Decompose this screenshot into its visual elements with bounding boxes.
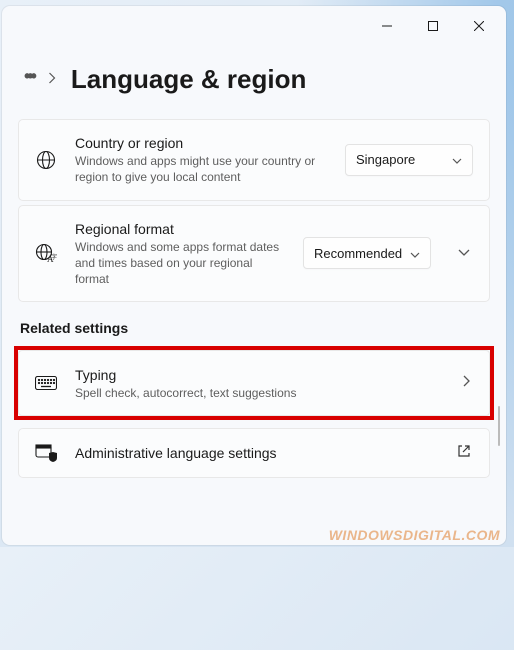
- close-button[interactable]: [456, 6, 502, 46]
- titlebar: [2, 6, 506, 46]
- regional-value: Recommended: [314, 246, 402, 261]
- country-desc: Windows and apps might use your country …: [75, 153, 327, 185]
- related-settings-heading: Related settings: [20, 320, 490, 336]
- country-title: Country or region: [75, 134, 327, 152]
- typing-title: Typing: [75, 366, 445, 384]
- typing-desc: Spell check, autocorrect, text suggestio…: [75, 385, 445, 401]
- globe-language-icon: A 字: [35, 243, 57, 263]
- regional-desc: Windows and some apps format dates and t…: [75, 239, 285, 288]
- admin-shield-icon: [35, 443, 57, 463]
- watermark: WINDOWSDIGITAL.COM: [329, 527, 500, 543]
- minimize-button[interactable]: [364, 6, 410, 46]
- highlight-box: Typing Spell check, autocorrect, text su…: [14, 346, 494, 420]
- chevron-down-icon: [410, 246, 420, 261]
- scrollbar[interactable]: [498, 406, 500, 446]
- country-region-row: Country or region Windows and apps might…: [18, 119, 490, 201]
- svg-text:字: 字: [51, 253, 57, 261]
- page-title: Language & region: [71, 64, 306, 95]
- breadcrumb: ••• Language & region: [18, 46, 490, 119]
- chevron-right-icon: [48, 71, 57, 89]
- breadcrumb-menu-icon[interactable]: •••: [24, 66, 34, 93]
- maximize-button[interactable]: [410, 6, 456, 46]
- settings-window: ••• Language & region Country or region …: [2, 6, 506, 545]
- country-value: Singapore: [356, 152, 415, 167]
- country-dropdown[interactable]: Singapore: [345, 144, 473, 176]
- typing-row[interactable]: Typing Spell check, autocorrect, text su…: [18, 350, 490, 416]
- chevron-down-icon: [452, 152, 462, 167]
- keyboard-icon: [35, 376, 57, 390]
- globe-icon: [35, 150, 57, 170]
- admin-title: Administrative language settings: [75, 444, 439, 462]
- open-external-icon: [457, 444, 471, 463]
- regional-dropdown[interactable]: Recommended: [303, 237, 431, 269]
- regional-title: Regional format: [75, 220, 285, 238]
- admin-language-row[interactable]: Administrative language settings: [18, 428, 490, 478]
- chevron-right-icon: [463, 374, 471, 392]
- regional-format-row[interactable]: A 字 Regional format Windows and some app…: [18, 205, 490, 303]
- expand-button[interactable]: [455, 249, 473, 257]
